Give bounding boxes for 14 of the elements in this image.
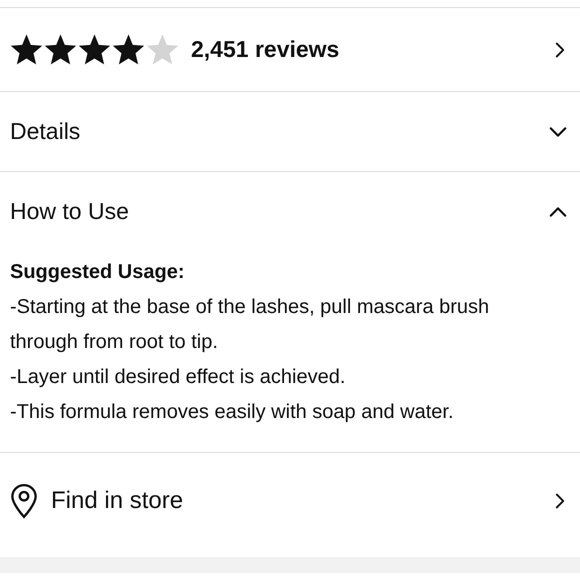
star-icon (10, 33, 43, 66)
usage-text: -Layer until desired effect is achieved. (10, 365, 346, 390)
review-count[interactable]: 2,451 reviews (191, 36, 340, 63)
usage-text: -This formula removes easily with soap and water. (10, 400, 455, 425)
usage-text: -Starting at the base of the lashes, pull mascara brush through from root to tip. (10, 295, 490, 355)
usage-heading: Suggested Usage: (10, 260, 186, 285)
section-title[interactable]: Details (10, 118, 80, 145)
section-title[interactable]: How to Use (10, 198, 129, 225)
location-pin-icon (10, 483, 38, 519)
find-in-store-link[interactable]: Find in store (51, 487, 184, 515)
star-icon (146, 33, 179, 66)
star-icon (112, 33, 145, 66)
star-icon (78, 33, 111, 66)
star-icon (44, 33, 77, 66)
